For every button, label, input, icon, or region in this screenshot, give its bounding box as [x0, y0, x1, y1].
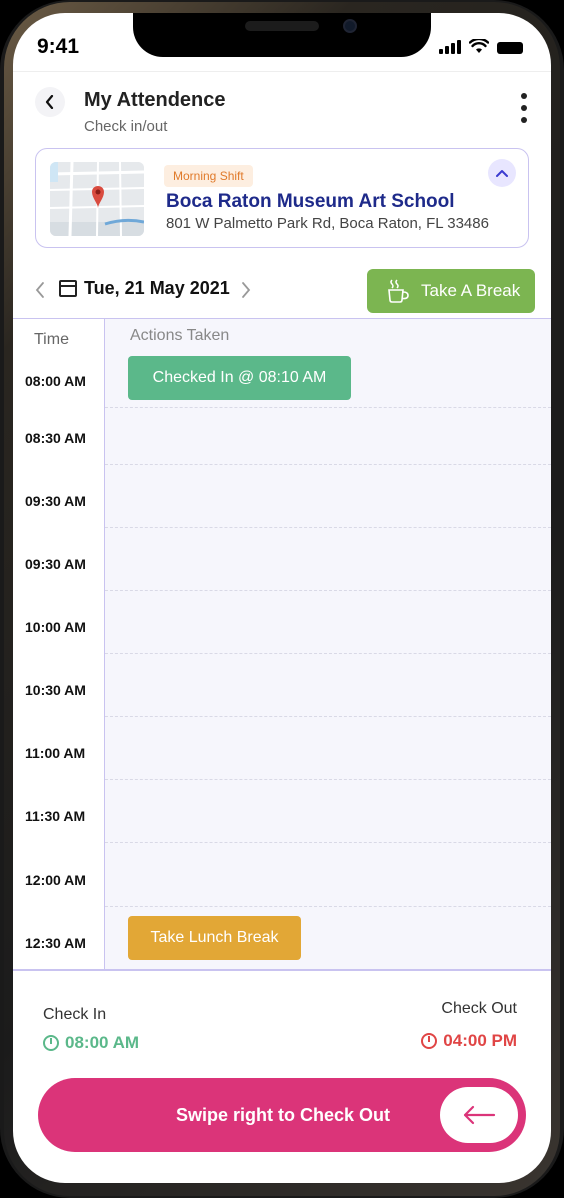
- time-slot-label: 11:30 AM: [25, 808, 86, 824]
- front-camera: [343, 19, 357, 33]
- time-column: Time 08:00 AM 08:30 AM 09:30 AM 09:30 AM…: [13, 319, 105, 970]
- schedule-grid: Time 08:00 AM 08:30 AM 09:30 AM 09:30 AM…: [13, 318, 551, 970]
- chevron-left-icon: [45, 95, 54, 109]
- time-slot-label: 11:00 AM: [25, 745, 86, 761]
- prev-day-icon[interactable]: [35, 281, 45, 299]
- check-out-time: 04:00 PM: [421, 1031, 517, 1051]
- calendar-icon: [59, 280, 77, 297]
- signal-icon: [439, 40, 461, 54]
- time-slot-label: 08:30 AM: [25, 430, 86, 446]
- check-out-label: Check Out: [441, 1000, 517, 1017]
- time-header: Time: [34, 331, 69, 348]
- location-card[interactable]: Morning Shift Boca Raton Museum Art Scho…: [35, 148, 529, 248]
- status-icons: [439, 39, 523, 54]
- time-slot-label: 12:30 AM: [25, 935, 86, 951]
- slot-divider: [105, 527, 551, 528]
- current-date[interactable]: Tue, 21 May 2021: [84, 278, 230, 299]
- check-in-label: Check In: [43, 1006, 107, 1023]
- notch: [133, 13, 431, 57]
- app-header: My Attendence Check in/out: [13, 83, 551, 143]
- slot-divider: [105, 779, 551, 780]
- check-in-time-value: 08:00 AM: [65, 1033, 140, 1052]
- next-day-icon[interactable]: [241, 281, 251, 299]
- map-thumbnail[interactable]: [50, 162, 144, 236]
- status-time: 9:41: [37, 35, 80, 58]
- slot-divider: [105, 464, 551, 465]
- battery-icon: [497, 42, 523, 54]
- app-screen: 9:41 My Attendence Check in/out Morning …: [13, 13, 551, 1183]
- time-slot-label: 08:00 AM: [25, 373, 86, 389]
- take-break-button[interactable]: Take A Break: [367, 269, 535, 313]
- location-address: 801 W Palmetto Park Rd, Boca Raton, FL 3…: [166, 215, 489, 232]
- chevron-up-icon: [496, 170, 508, 177]
- page-title: My Attendence: [84, 89, 226, 111]
- slot-divider: [105, 716, 551, 717]
- time-slot-label: 12:00 AM: [25, 872, 86, 888]
- lunch-break-button[interactable]: Take Lunch Break: [128, 916, 301, 960]
- time-slot-label: 10:30 AM: [25, 682, 86, 698]
- actions-column: Actions Taken Checked In @ 08:10 AM Take…: [105, 319, 551, 970]
- coffee-cup-icon: [388, 279, 409, 303]
- slot-divider: [105, 407, 551, 408]
- date-navigation: Tue, 21 May 2021 Take A Break: [13, 269, 551, 313]
- more-options-icon[interactable]: [519, 93, 529, 123]
- checked-in-chip[interactable]: Checked In @ 08:10 AM: [128, 356, 351, 400]
- back-button[interactable]: [35, 87, 65, 117]
- speaker: [245, 21, 319, 31]
- swipe-to-checkout[interactable]: Swipe right to Check Out: [38, 1078, 526, 1152]
- clock-icon: [421, 1033, 438, 1049]
- time-slot-label: 09:30 AM: [25, 556, 86, 572]
- check-out-time-value: 04:00 PM: [443, 1031, 517, 1050]
- time-slot-label: 09:30 AM: [25, 493, 86, 509]
- location-name: Boca Raton Museum Art School: [166, 191, 455, 212]
- slot-divider: [105, 653, 551, 654]
- slot-divider: [105, 842, 551, 843]
- wifi-icon: [469, 39, 489, 53]
- slot-divider: [105, 590, 551, 591]
- time-slot-label: 10:00 AM: [25, 619, 86, 635]
- status-divider: [13, 71, 551, 72]
- collapse-button[interactable]: [488, 159, 516, 187]
- slot-divider: [105, 906, 551, 907]
- swipe-handle[interactable]: [440, 1087, 518, 1143]
- shift-badge: Morning Shift: [164, 165, 253, 187]
- arrow-left-icon: [463, 1105, 496, 1125]
- actions-header: Actions Taken: [130, 327, 230, 344]
- clock-icon: [43, 1035, 59, 1051]
- take-break-label: Take A Break: [421, 281, 521, 300]
- page-subtitle: Check in/out: [84, 118, 168, 135]
- check-in-time: 08:00 AM: [43, 1033, 139, 1053]
- summary-divider: [13, 969, 551, 971]
